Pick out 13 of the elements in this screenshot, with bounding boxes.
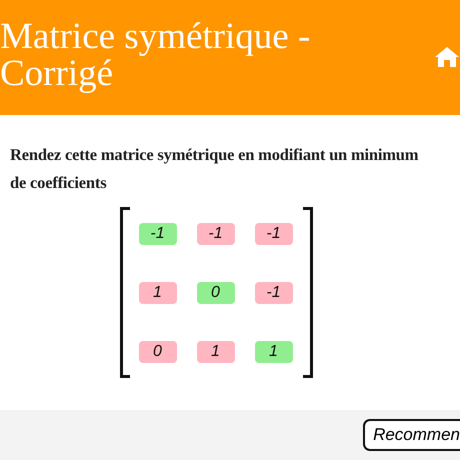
matrix-entry: 1 [138, 282, 176, 304]
matrix-entry: -1 [138, 223, 176, 245]
home-icon[interactable] [434, 46, 460, 68]
matrix-entry: -1 [254, 282, 292, 304]
matrix-entry: 1 [254, 341, 292, 363]
matrix-entry: -1 [196, 223, 234, 245]
instruction-text: Rendez cette matrice symétrique en modifiant un minimum de coefficients [10, 144, 420, 194]
matrix-entry: 0 [196, 282, 234, 304]
page-title: Matrice symétrique - Corrigé [0, 18, 310, 92]
restart-button[interactable]: Recommen [363, 419, 460, 451]
matrix-entry: 1 [196, 341, 234, 363]
matrix-entry: 0 [138, 341, 176, 363]
matrix-entry: -1 [254, 223, 292, 245]
